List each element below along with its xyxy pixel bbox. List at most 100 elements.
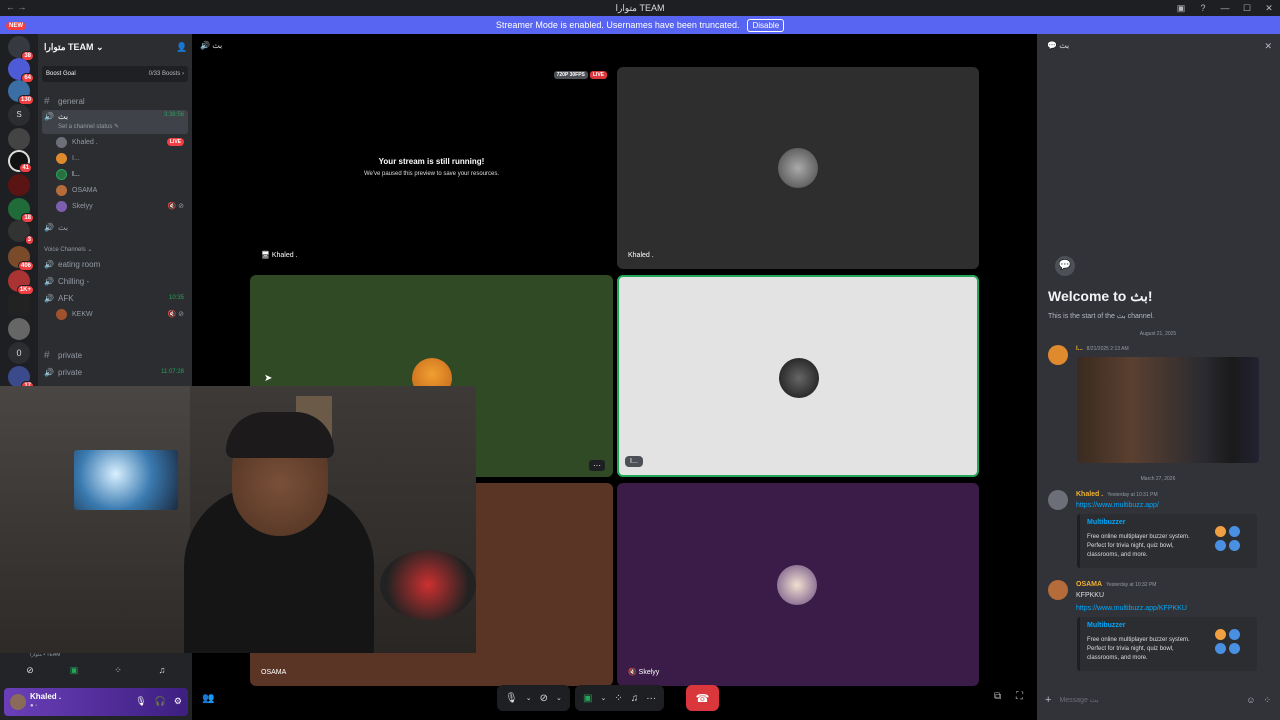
- server-icon[interactable]: S: [8, 104, 30, 126]
- channel-chilling[interactable]: 🔊 Chilling -: [42, 273, 188, 289]
- add-attachment-icon[interactable]: +: [1045, 694, 1051, 706]
- avatar: [56, 152, 67, 164]
- headphones-icon[interactable]: 🎧: [155, 696, 166, 707]
- voice-user[interactable]: Khaled . LIVE: [56, 135, 188, 149]
- close-button[interactable]: ✕: [1258, 0, 1280, 16]
- message-link[interactable]: https://www.multibuzz.app/: [1076, 502, 1159, 509]
- voice-user[interactable]: OSAMA: [56, 183, 188, 197]
- participant-tile[interactable]: Khaled .: [617, 67, 979, 269]
- chat-panel: 💬 بث ✕ 💬 Welcome to بث! This is the star…: [1037, 34, 1280, 720]
- server-icon[interactable]: 1K+: [8, 270, 34, 295]
- user-status: ● ◦: [30, 703, 38, 709]
- screen-share-icon[interactable]: ▣: [583, 693, 592, 704]
- more-options-button[interactable]: ···: [589, 460, 605, 471]
- participant-tile[interactable]: 🔇 Skelyy: [617, 483, 979, 686]
- message-author[interactable]: I... 8/21/2025 2:13 AM: [1076, 346, 1129, 352]
- server-icon[interactable]: [8, 294, 30, 316]
- inbox-icon[interactable]: ▣: [1170, 0, 1192, 16]
- microphone-icon[interactable]: 🎙: [135, 696, 146, 707]
- stream-tile-paused[interactable]: 720P 30FPS LIVE Your stream is still run…: [250, 67, 613, 269]
- camera-off-icon[interactable]: ⊘: [10, 660, 50, 680]
- popout-icon[interactable]: ⧉: [994, 691, 1001, 702]
- avatar[interactable]: [1048, 580, 1068, 600]
- server-icon[interactable]: [8, 174, 30, 196]
- message-link[interactable]: https://www.multibuzz.app/KFPKKU: [1076, 605, 1187, 612]
- server-icon[interactable]: 3: [8, 220, 34, 245]
- emoji-icon[interactable]: ☺: [1246, 695, 1255, 705]
- message-composer[interactable]: + Message بث ☺ ⁘: [1045, 686, 1271, 714]
- window-title: متوارا TEAM: [615, 2, 665, 13]
- server-icon[interactable]: 38: [8, 36, 34, 61]
- activities-icon[interactable]: ⁘: [98, 660, 138, 680]
- server-icon[interactable]: 17: [8, 366, 34, 391]
- server-icon[interactable]: [8, 318, 30, 340]
- avatar: [778, 148, 818, 188]
- message-input[interactable]: Message بث: [1059, 696, 1098, 704]
- minimize-button[interactable]: —: [1214, 0, 1236, 16]
- message-author[interactable]: Khaled . Yesterday at 10:31 PM: [1076, 491, 1158, 498]
- avatar[interactable]: [1048, 490, 1068, 510]
- embed-title[interactable]: Multibuzzer: [1087, 519, 1126, 526]
- message-text: KFPKKU: [1076, 592, 1105, 599]
- close-chat-icon[interactable]: ✕: [1264, 41, 1272, 52]
- webcam-background: [0, 386, 200, 653]
- message-image[interactable]: [1077, 357, 1259, 463]
- soundboard-icon[interactable]: ♫: [142, 660, 182, 680]
- avatar[interactable]: [1048, 345, 1068, 365]
- maximize-button[interactable]: ☐: [1236, 0, 1258, 16]
- embed-title[interactable]: Multibuzzer: [1087, 622, 1126, 629]
- date-divider: August 21, 2025: [1139, 331, 1177, 337]
- participant-tile-speaking[interactable]: I...: [617, 275, 979, 477]
- server-icon[interactable]: [8, 128, 30, 150]
- disable-streamer-button[interactable]: Disable: [747, 18, 785, 32]
- more-icon[interactable]: ···: [646, 693, 656, 704]
- chevron-down-icon[interactable]: ⌄: [600, 694, 606, 702]
- avatar: [56, 200, 67, 212]
- avatar: [56, 308, 67, 320]
- help-icon[interactable]: ?: [1192, 0, 1214, 16]
- speaker-icon: 🔊: [44, 259, 54, 269]
- server-icon[interactable]: 0: [8, 342, 30, 364]
- chevron-down-icon[interactable]: ⌄: [556, 694, 562, 702]
- date-divider: March 27, 2026: [1140, 476, 1176, 482]
- server-icon[interactable]: 41: [8, 150, 32, 173]
- audio-video-controls: 🎙 ⌄ ⊘ ⌄: [497, 685, 570, 711]
- channel-private-text[interactable]: # private: [42, 347, 188, 363]
- voice-user[interactable]: I...: [56, 151, 188, 165]
- channel-general[interactable]: # general: [42, 93, 188, 109]
- screen-share-icon[interactable]: ▣: [54, 660, 94, 680]
- boost-goal[interactable]: Boost Goal 0/33 Boosts ›: [42, 66, 188, 82]
- category-voice-channels[interactable]: Voice Channels ⌄: [44, 246, 92, 253]
- channel-voice-active[interactable]: 🔊 بث 3:38:56 Set a channel status ✎: [42, 110, 188, 134]
- voice-user[interactable]: I...: [56, 167, 188, 181]
- guild-name[interactable]: متوارا TEAM ⌄: [44, 42, 104, 53]
- user-bar[interactable]: Khaled . ● ◦ 🎙 🎧 ⚙: [4, 688, 188, 716]
- apps-icon[interactable]: ⁘: [1263, 695, 1271, 706]
- avatar[interactable]: [10, 694, 26, 710]
- channel-private-voice[interactable]: 🔊 private 11:07:28: [42, 364, 188, 380]
- multibuzzer-logo-icon: [1215, 526, 1243, 554]
- activities-icon[interactable]: ⁘: [614, 693, 622, 704]
- server-icon[interactable]: 406: [8, 246, 34, 271]
- server-icon[interactable]: 64: [8, 58, 34, 83]
- disconnect-button[interactable]: ☎: [686, 685, 719, 711]
- nav-arrows[interactable]: ← →: [6, 2, 27, 12]
- settings-gear-icon[interactable]: ⚙: [174, 696, 182, 707]
- channel-afk[interactable]: 🔊 AFK 10:35: [42, 290, 188, 306]
- server-icon[interactable]: 130: [8, 80, 34, 105]
- voice-user[interactable]: Skelyy 🔇 ⊘: [56, 199, 188, 213]
- invite-icon[interactable]: 👥: [202, 693, 214, 704]
- add-user-icon[interactable]: 👤: [176, 42, 187, 53]
- camera-off-icon[interactable]: ⊘: [540, 693, 548, 704]
- server-icon[interactable]: 18: [8, 198, 34, 223]
- cursor-icon: ➤: [264, 373, 273, 384]
- message-author[interactable]: OSAMA Yesterday at 10:32 PM: [1076, 581, 1156, 588]
- channel-eating-room[interactable]: 🔊 eating room: [42, 256, 188, 272]
- soundboard-icon[interactable]: ♫: [631, 693, 639, 704]
- webcam-person-hair: [226, 412, 334, 458]
- microphone-icon[interactable]: 🎙: [505, 693, 518, 704]
- voice-user[interactable]: KEKW 🔇 ⊘: [56, 307, 188, 321]
- channel-voice[interactable]: 🔊 بث: [42, 219, 188, 235]
- chevron-down-icon[interactable]: ⌄: [526, 694, 532, 702]
- fullscreen-icon[interactable]: ⛶: [1016, 691, 1023, 702]
